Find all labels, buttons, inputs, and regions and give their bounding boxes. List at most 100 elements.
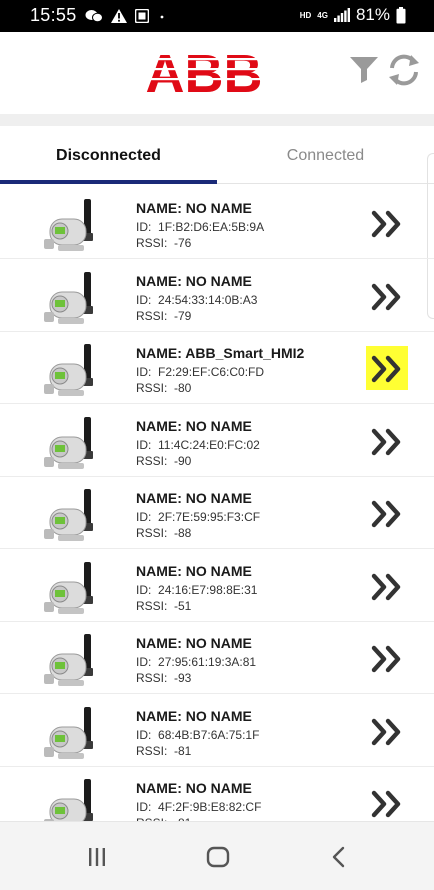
abb-logo: ABB [145,46,263,96]
network-hd-label: HD [299,10,312,20]
device-rssi-value: -88 [174,526,192,540]
active-tab-indicator [0,180,217,184]
device-row[interactable]: NAME: NO NAME ID: 11:4C:24:E0:FC:02 RSSI… [0,405,434,477]
device-name: NAME: NO NAME [136,200,264,216]
device-row[interactable]: NAME: NO NAME ID: 24:54:33:14:0B:A3 RSSI… [0,260,434,332]
device-id-label: ID: [136,292,152,307]
double-chevron-right-icon[interactable] [366,642,406,676]
device-rssi: RSSI: -80 [136,380,304,396]
double-chevron-right-icon[interactable] [366,787,406,821]
device-rssi-label: RSSI: [136,671,168,685]
device-transmitter-icon [44,634,93,686]
device-id: ID: 24:16:E7:98:8E:31 [136,582,257,598]
device-rssi-label: RSSI: [136,453,168,468]
back-icon[interactable] [326,844,352,870]
device-id-label: ID: [136,365,152,379]
battery-percent: 81% [355,5,390,24]
device-name: NAME: NO NAME [136,418,260,434]
device-rssi-label: RSSI: [136,598,168,613]
home-icon[interactable] [205,844,231,870]
device-name-value: NO NAME [185,272,252,289]
device-info: NAME: ABB_Smart_HMI2 ID: F2:29:EF:C6:C0:… [136,345,304,396]
device-name: NAME: NO NAME [136,563,257,579]
device-name-value: NO NAME [185,562,252,579]
device-row[interactable]: NAME: NO NAME ID: 4F:2F:9B:E8:82:CF RSSI… [0,767,434,821]
double-chevron-right-icon[interactable] [366,497,406,531]
device-rssi-label: RSSI: [136,381,168,395]
svg-text:ABB: ABB [146,46,263,96]
device-row[interactable]: NAME: NO NAME ID: 2F:7E:59:95:F3:CF RSSI… [0,477,434,549]
tab-connected[interactable]: Connected [217,126,434,186]
device-name: NAME: ABB_Smart_HMI2 [136,345,304,361]
device-rssi-value: -51 [174,598,192,613]
device-info: NAME: NO NAME ID: 24:16:E7:98:8E:31 RSSI… [136,563,257,614]
device-rssi-label: RSSI: [136,526,168,540]
device-name: NAME: NO NAME [136,490,260,506]
refresh-icon[interactable] [386,52,422,88]
device-transmitter-icon [44,199,93,251]
device-id: ID: F2:29:EF:C6:C0:FD [136,364,304,380]
device-info: NAME: NO NAME ID: 27:95:61:19:3A:81 RSSI… [136,635,256,686]
warning-icon [110,8,127,23]
device-id-label: ID: [136,727,152,742]
device-rssi: RSSI: -88 [136,525,260,541]
device-row[interactable]: NAME: ABB_Smart_HMI2 ID: F2:29:EF:C6:C0:… [0,332,434,404]
device-info: NAME: NO NAME ID: 1F:B2:D6:EA:5B:9A RSSI… [136,200,264,251]
double-chevron-right-icon[interactable] [366,352,406,386]
device-id-label: ID: [136,800,152,814]
device-id-value: 27:95:61:19:3A:81 [158,655,257,669]
device-id-value: 24:16:E7:98:8E:31 [158,582,258,597]
device-name: NAME: NO NAME [136,708,259,724]
device-id-value: 24:54:33:14:0B:A3 [158,292,258,307]
device-transmitter-icon [44,706,93,759]
device-rssi: RSSI: -81 [136,743,259,759]
device-rssi-value: -79 [174,308,192,323]
device-rssi: RSSI: -51 [136,598,257,614]
device-id-label: ID: [136,437,152,452]
device-rssi: RSSI: -76 [136,235,264,251]
header-separator [0,114,434,126]
status-bar: 15:55 HD 4G 81% [0,0,434,32]
device-rssi-value: -76 [174,236,192,250]
dot-icon [160,15,163,18]
device-id-value: 11:4C:24:E0:FC:02 [158,437,260,452]
device-info: NAME: NO NAME ID: 68:4B:B7:6A:75:1F RSSI… [136,708,259,759]
device-id-label: ID: [136,220,152,234]
device-name-value: NO NAME [185,707,252,724]
signal-icon [333,8,350,22]
device-id: ID: 2F:7E:59:95:F3:CF [136,509,260,525]
device-transmitter-icon [44,271,93,324]
device-row[interactable]: NAME: NO NAME ID: 24:16:E7:98:8E:31 RSSI… [0,550,434,622]
device-id: ID: 24:54:33:14:0B:A3 [136,292,257,308]
device-name-value: NO NAME [185,490,252,506]
double-chevron-right-icon[interactable] [366,570,406,604]
device-name-value: ABB_Smart_HMI2 [185,345,305,361]
double-chevron-right-icon[interactable] [366,715,406,749]
double-chevron-right-icon[interactable] [366,280,406,314]
device-rssi: RSSI: -79 [136,308,257,324]
recent-apps-icon[interactable] [84,844,110,870]
tab-disconnected[interactable]: Disconnected [0,126,217,186]
device-name-value: NO NAME [185,780,252,796]
device-row[interactable]: NAME: NO NAME ID: 27:95:61:19:3A:81 RSSI… [0,622,434,694]
device-id-label: ID: [136,510,152,524]
double-chevron-right-icon[interactable] [366,207,406,241]
device-info: NAME: NO NAME ID: 11:4C:24:E0:FC:02 RSSI… [136,418,260,469]
double-chevron-right-icon[interactable] [366,425,406,459]
network-type-label: 4G [317,10,328,20]
device-rssi-value: -93 [174,671,192,685]
device-info: NAME: NO NAME ID: 4F:2F:9B:E8:82:CF RSSI… [136,780,261,821]
device-name-label: NAME: [136,200,182,216]
app-screen: 15:55 HD 4G 81% ABB Disconnected Connect… [0,0,434,890]
device-rssi-label: RSSI: [136,236,168,250]
device-rssi-value: -81 [174,743,192,758]
device-id-value: F2:29:EF:C6:C0:FD [158,365,265,379]
device-name-value: NO NAME [185,635,252,651]
device-name-label: NAME: [136,272,182,289]
device-name-value: NO NAME [185,200,252,216]
system-nav-bar [0,821,434,890]
device-row[interactable]: NAME: NO NAME ID: 68:4B:B7:6A:75:1F RSSI… [0,695,434,767]
device-row[interactable]: NAME: NO NAME ID: 1F:B2:D6:EA:5B:9A RSSI… [0,187,434,259]
device-id-label: ID: [136,655,152,669]
filter-icon[interactable] [348,52,380,84]
